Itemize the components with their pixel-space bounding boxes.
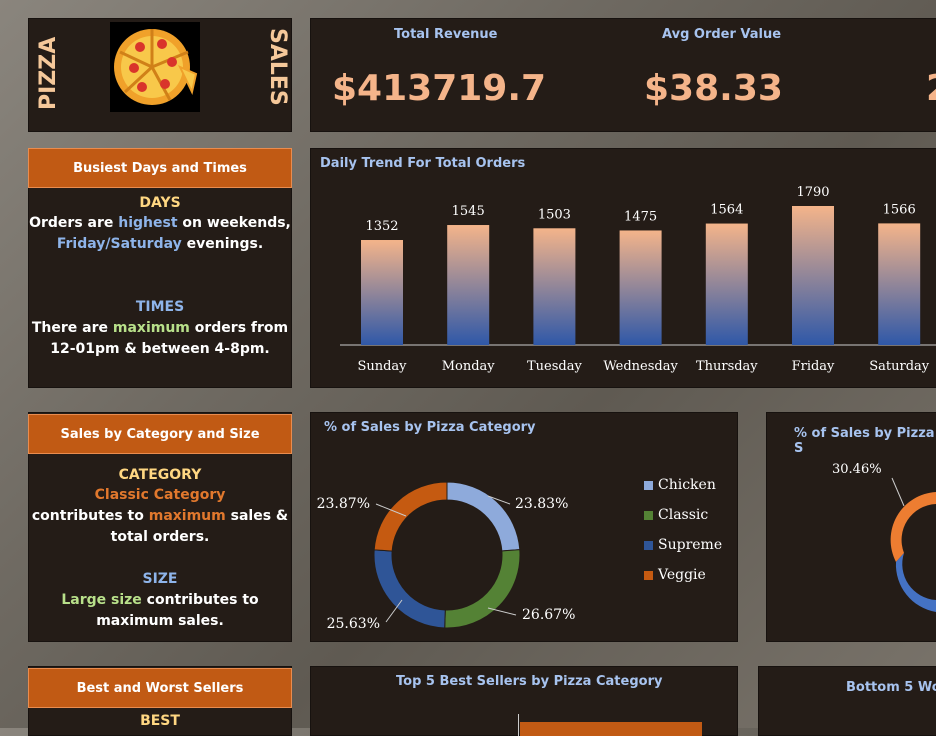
size-line1: Large size contributes to — [61, 592, 259, 608]
x-tick-label: Sunday — [357, 359, 407, 374]
bar-thursday — [705, 223, 748, 345]
pizza-icon — [114, 29, 198, 105]
times-line1: There are maximum orders from — [31, 320, 289, 336]
top5-bar — [520, 722, 702, 736]
best-worst-header: Best and Worst Sellers — [28, 668, 292, 708]
bottom5-title: Bottom 5 Wor — [846, 680, 936, 695]
bar-value-label: 1564 — [710, 203, 743, 218]
top5-panel: Top 5 Best Sellers by Pizza Category — [310, 666, 738, 736]
days-title: DAYS — [139, 195, 181, 211]
busiest-header: Busiest Days and Times — [28, 148, 292, 188]
days-line1: Orders are highest on weekends, — [29, 215, 291, 231]
bar-value-label: 1790 — [796, 185, 829, 200]
total-revenue-label: Total Revenue — [394, 27, 498, 42]
category-line2: contributes to maximum sales & — [31, 508, 289, 524]
donut-slice-classic — [444, 549, 521, 629]
x-tick-label: Tuesday — [527, 359, 582, 374]
x-tick-label: Monday — [442, 359, 496, 374]
busiest-panel: Busiest Days and Times DAYS Orders are h… — [28, 148, 292, 388]
avg-order-value: $38.33 — [644, 68, 783, 109]
donut-slice-veggie — [373, 481, 448, 552]
size-donut-panel: % of Sales by Pizza S 30.46% — [766, 412, 936, 642]
bar-value-label: 1545 — [452, 204, 485, 219]
bar-tuesday — [533, 228, 576, 345]
total-revenue-value: $413719.7 — [332, 68, 547, 109]
kpi-panel: Total Revenue $413719.7 Avg Order Value … — [310, 18, 936, 132]
x-tick-label: Friday — [792, 359, 835, 374]
category-legend: Chicken Classic Supreme Veggie — [644, 470, 722, 590]
daily-orders-chart: 1352 Sunday 1545 Monday 1503 Tuesday 1475 Wedne… — [340, 185, 936, 374]
legend-item-classic: Classic — [644, 500, 722, 530]
times-title: TIMES — [135, 299, 185, 315]
category-line1: Classic Category — [94, 487, 226, 503]
legend-label: Veggie — [658, 567, 706, 583]
donut-slice-supreme — [373, 549, 446, 629]
legend-label: Chicken — [658, 477, 716, 493]
donut-slice-label: 23.83% — [515, 496, 568, 512]
bar-value-label: 1503 — [538, 207, 571, 222]
pizza-logo — [110, 22, 200, 112]
bar-value-label: 1475 — [624, 209, 657, 224]
bar-wednesday — [619, 230, 662, 345]
donut-slice-label: 25.63% — [327, 616, 380, 632]
bar-value-label: 1352 — [365, 219, 398, 234]
donut-slice-label: 26.67% — [522, 607, 575, 623]
top5-axis — [518, 714, 519, 736]
size-slice-large — [890, 492, 936, 562]
pizza-vertical-title: PIZZA — [36, 36, 61, 110]
legend-item-chicken: Chicken — [644, 470, 722, 500]
x-tick-label: Wednesday — [603, 359, 678, 374]
x-tick-label: Saturday — [869, 359, 930, 374]
legend-label: Classic — [658, 507, 709, 523]
bottom5-panel: Bottom 5 Wor — [758, 666, 936, 736]
size-leader-line — [891, 477, 905, 507]
category-size-panel: Sales by Category and Size CATEGORY Clas… — [28, 412, 292, 642]
top5-title: Top 5 Best Sellers by Pizza Category — [396, 674, 663, 689]
legend-swatch — [644, 540, 653, 550]
bar-value-label: 1566 — [883, 202, 916, 217]
header-panel: PIZZA SALES — [28, 18, 292, 132]
x-tick-label: Thursday — [696, 359, 758, 374]
best-worst-panel: Best and Worst Sellers BEST — [28, 666, 292, 736]
best-title: BEST — [140, 713, 180, 729]
category-line3: total orders. — [110, 529, 210, 545]
bar-monday — [447, 225, 490, 345]
legend-swatch — [644, 510, 653, 520]
category-donut-panel: % of Sales by Pizza Category 23.83% 26.67… — [310, 412, 738, 642]
size-slice-medium — [895, 553, 936, 612]
size-slice-label: 30.46% — [832, 462, 882, 477]
legend-item-supreme: Supreme — [644, 530, 722, 560]
legend-swatch — [644, 480, 653, 490]
sales-vertical-title: SALES — [265, 28, 290, 106]
daily-trend-panel: Daily Trend For Total Orders 1352 Sunday 1… — [310, 148, 936, 388]
donut-slice-label: 23.87% — [317, 496, 370, 512]
size-donut-chart: 30.46% — [832, 462, 936, 612]
category-title: CATEGORY — [118, 467, 202, 483]
category-size-header: Sales by Category and Size — [28, 414, 292, 454]
bar-sunday — [361, 240, 403, 345]
size-title: SIZE — [142, 571, 178, 587]
days-line2: Friday/Saturday evenings. — [56, 236, 264, 252]
size-line2: maximum sales. — [96, 613, 224, 629]
bar-saturday — [878, 223, 921, 345]
avg-order-label: Avg Order Value — [662, 27, 782, 42]
donut-slice-chicken — [446, 481, 521, 552]
bar-friday — [792, 206, 834, 345]
third-kpi-value: 2 — [926, 68, 936, 109]
legend-swatch — [644, 570, 653, 580]
times-line2: 12-01pm & between 4-8pm. — [50, 341, 270, 357]
legend-item-veggie: Veggie — [644, 560, 722, 590]
legend-label: Supreme — [658, 537, 723, 553]
